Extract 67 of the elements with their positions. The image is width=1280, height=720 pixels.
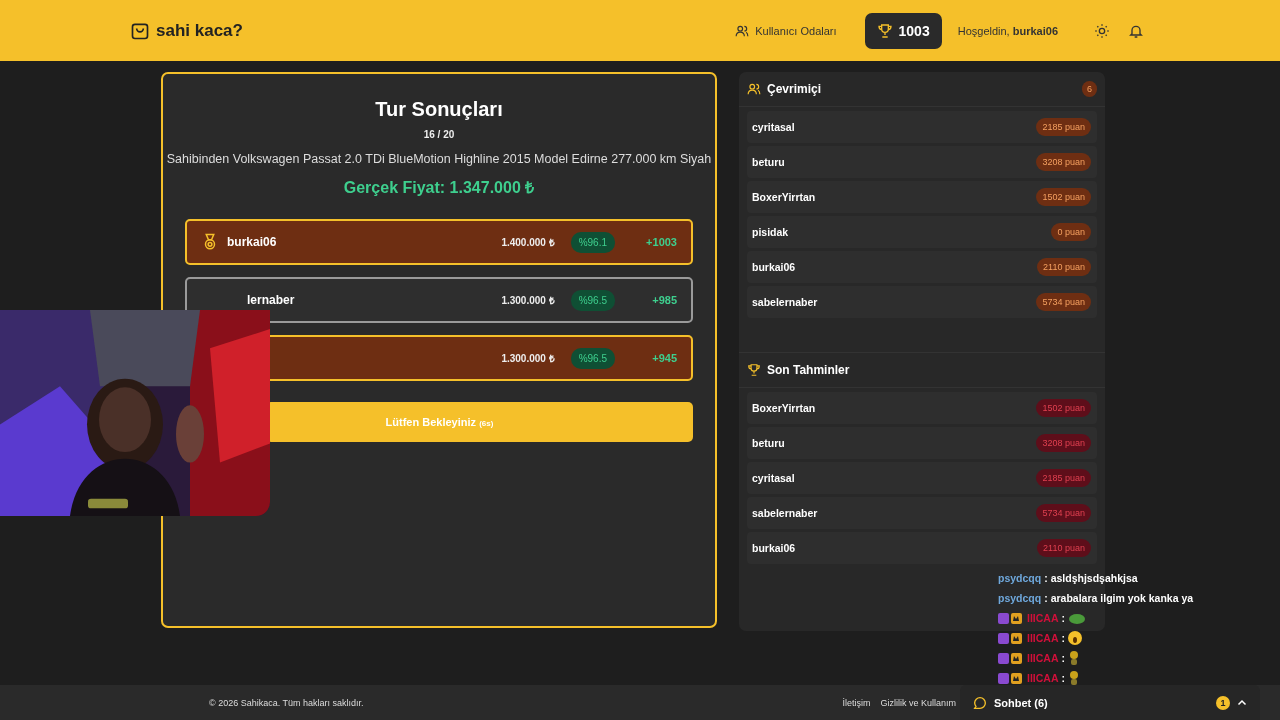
chat-separator: : bbox=[1044, 592, 1048, 604]
footer-link[interactable]: Gizlilik ve Kullanım bbox=[880, 697, 956, 708]
chat-username: psydcqq bbox=[998, 572, 1042, 584]
footer-link[interactable]: İletişim bbox=[842, 697, 871, 708]
accuracy-badge: %96.5 bbox=[570, 347, 615, 369]
points-badge: 1502 puan bbox=[1036, 399, 1091, 417]
count-badge: 6 bbox=[1082, 81, 1097, 97]
chat-username: IIICAA bbox=[1027, 652, 1059, 664]
results-title: Tur Sonuçları bbox=[375, 98, 503, 121]
real-price: Gerçek Fiyat: 1.347.000 ₺ bbox=[343, 178, 535, 198]
section-title: Çevrimiçi bbox=[767, 82, 822, 96]
chat-message: arabalara ilgim yok kanka ya bbox=[1050, 592, 1194, 604]
score-button[interactable]: 1003 bbox=[864, 12, 942, 49]
listing-title: Sahibinden Volkswagen Passat 2.0 TDi BlueMotion Highline 2015 Model Edirne 277.000 km Siyah bbox=[166, 152, 712, 166]
user-name: beturu bbox=[752, 156, 785, 168]
greeting-text: Hoşgeldin, burkai06 bbox=[957, 24, 1058, 37]
guess-amount: 1.400.000 ₺ bbox=[501, 236, 555, 249]
copyright-text: © 2026 Sahikaca. Tüm hakları saklıdır. bbox=[209, 697, 364, 708]
guess-amount: 1.300.000 ₺ bbox=[501, 294, 555, 307]
chat-separator: : bbox=[1061, 652, 1065, 664]
user-name: burkai06 bbox=[752, 261, 796, 273]
points-badge: 2185 puan bbox=[1036, 469, 1091, 487]
chat-separator: : bbox=[1061, 612, 1065, 624]
points-badge: 3208 puan bbox=[1036, 434, 1091, 452]
chat-username: IIICAA bbox=[1027, 612, 1059, 624]
user-name: pisidak bbox=[752, 226, 789, 238]
user-name: cyritasal bbox=[752, 121, 795, 133]
chat-widget[interactable]: Sohbet (6) 1 bbox=[960, 685, 1260, 720]
section-title: Son Tahminler bbox=[767, 363, 850, 377]
round-counter: 16 / 20 bbox=[423, 129, 455, 140]
points-earned: +1003 bbox=[645, 236, 677, 248]
user-name: sabelernaber bbox=[752, 507, 818, 519]
chat-separator: : bbox=[1061, 672, 1065, 684]
points-badge: 2110 puan bbox=[1037, 258, 1091, 276]
user-name: sabelernaber bbox=[752, 296, 818, 308]
points-badge: 3208 puan bbox=[1036, 153, 1091, 171]
points-earned: +985 bbox=[651, 294, 677, 306]
accuracy-badge: %96.1 bbox=[570, 231, 615, 253]
points-badge: 5734 puan bbox=[1036, 293, 1091, 311]
user-name: cyritasal bbox=[752, 472, 795, 484]
chat-username: psydcqq bbox=[998, 592, 1042, 604]
chat-separator: : bbox=[1044, 572, 1048, 584]
chat-username: IIICAA bbox=[1027, 672, 1059, 684]
guess-amount: 1.300.000 ₺ bbox=[501, 352, 555, 365]
points-badge: 5734 puan bbox=[1036, 504, 1091, 522]
chat-separator: : bbox=[1061, 632, 1065, 644]
accuracy-badge: %96.5 bbox=[570, 289, 615, 311]
player-name: burkai06 bbox=[227, 235, 277, 249]
logo-text[interactable]: sahi kaca? bbox=[156, 20, 243, 41]
chat-message: asldşhjsdşahkjsa bbox=[1050, 572, 1138, 584]
user-name: BoxerYirrtan bbox=[752, 191, 816, 203]
user-name: BoxerYirrtan bbox=[752, 402, 816, 414]
trophy-icon bbox=[747, 363, 761, 377]
trophy-icon bbox=[876, 22, 893, 39]
points-badge: 2185 puan bbox=[1036, 118, 1091, 136]
user-name: burkai06 bbox=[752, 542, 796, 554]
users-icon bbox=[735, 23, 750, 38]
chat-username: IIICAA bbox=[1027, 632, 1059, 644]
user-name: beturu bbox=[752, 437, 785, 449]
points-badge: 1502 puan bbox=[1036, 188, 1091, 206]
points-badge: 0 puan bbox=[1051, 223, 1091, 241]
users-icon bbox=[747, 82, 761, 96]
points-earned: +945 bbox=[651, 352, 677, 364]
chat-icon bbox=[972, 694, 988, 711]
rooms-link[interactable]: Kullanıcı Odaları bbox=[729, 22, 843, 39]
player-name: lernaber bbox=[247, 293, 295, 307]
points-badge: 2110 puan bbox=[1037, 539, 1091, 557]
